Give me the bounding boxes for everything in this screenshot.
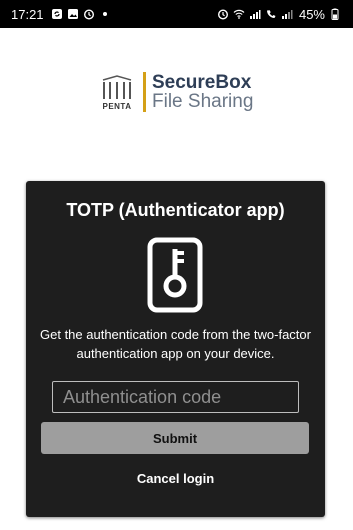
status-right: 45% (217, 7, 341, 22)
signal-icon (249, 8, 261, 20)
authentication-code-input[interactable] (52, 381, 299, 413)
securebox-logo: PENTA SecureBox File Sharing (97, 70, 253, 114)
logo-divider (143, 72, 146, 112)
wifi-calling-icon (265, 8, 277, 20)
logo-subtitle: File Sharing (152, 91, 254, 112)
battery-icon (329, 8, 341, 20)
logo-title: SecureBox (152, 72, 252, 93)
image-icon (67, 8, 79, 20)
logo-brand: PENTA (102, 102, 132, 111)
notification-dot (102, 12, 107, 16)
logo-text: SecureBox File Sharing (152, 73, 253, 111)
penta-logo-icon: PENTA (97, 72, 137, 112)
totp-card: TOTP (Authenticator app) Get the authent… (26, 181, 325, 517)
alarm-icon (83, 8, 95, 20)
card-title: TOTP (Authenticator app) (66, 200, 285, 220)
signal-icon (281, 8, 293, 20)
battery-percent: 45% (298, 6, 325, 22)
phone-key-icon (147, 237, 203, 313)
card-description: Get the authentication code from the two… (40, 327, 311, 361)
submit-button[interactable]: Submit (41, 422, 309, 454)
status-left: 17:21 (11, 7, 107, 22)
status-bar: 17:21 45% (0, 0, 353, 28)
status-time: 17:21 (11, 6, 44, 22)
wifi-icon (233, 8, 245, 20)
sync-icon (51, 8, 63, 20)
alarm-icon (217, 8, 229, 20)
cancel-login-link[interactable]: Cancel login (26, 471, 325, 486)
